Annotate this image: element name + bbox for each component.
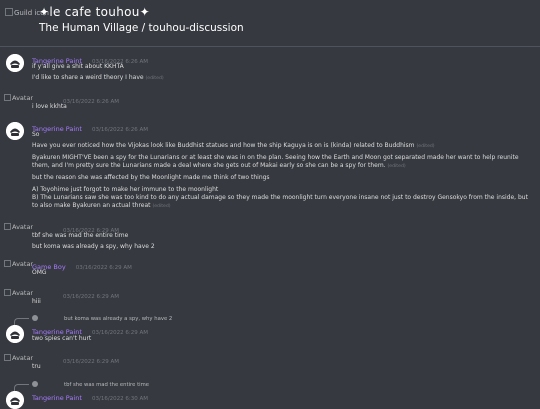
message-author[interactable]: Tangerine Paint bbox=[32, 394, 82, 402]
reply-author[interactable] bbox=[39, 382, 61, 388]
avatar[interactable]: Avatar bbox=[4, 260, 33, 268]
channel-header: Guild icon ✦le cafe touhou✦ The Human Vi… bbox=[0, 0, 540, 44]
reply-connector bbox=[14, 384, 29, 391]
reply-avatar bbox=[32, 381, 38, 387]
message-line: So bbox=[32, 131, 40, 138]
reply-connector bbox=[14, 318, 29, 325]
edited-tag: (edited) bbox=[145, 76, 164, 81]
message-line: but the reason she was affected by the M… bbox=[32, 174, 270, 181]
reply-preview[interactable]: but koma was already a spy, why have 2 bbox=[32, 315, 172, 323]
message-line: Have you ever noticed how the Vijokas lo… bbox=[32, 142, 435, 149]
reply-preview[interactable]: tbf she was mad the entire time bbox=[32, 381, 149, 389]
message-line: B) The Lunarians saw she was too kind to… bbox=[32, 194, 528, 209]
header-divider bbox=[0, 46, 540, 47]
avatar[interactable]: Avatar bbox=[4, 289, 33, 297]
avatar[interactable] bbox=[6, 54, 24, 72]
message-line: two spies can't hurt bbox=[32, 335, 92, 342]
message-timestamp: 03/16/2022 6:30 AM bbox=[91, 396, 149, 402]
reply-author[interactable] bbox=[39, 316, 61, 322]
avatar[interactable] bbox=[6, 325, 24, 343]
edited-tag: (edited) bbox=[387, 164, 406, 169]
message-line: but koma was already a spy, why have 2 bbox=[32, 243, 155, 250]
avatar[interactable] bbox=[6, 122, 24, 140]
message-line: tbf she was mad the entire time bbox=[32, 232, 129, 239]
avatar[interactable] bbox=[6, 391, 24, 409]
edited-tag: (edited) bbox=[152, 204, 171, 209]
message-line: tru bbox=[32, 363, 41, 370]
message-line: Byakuren MIGHT'VE been a spy for the Lun… bbox=[32, 154, 519, 169]
avatar[interactable]: Avatar bbox=[4, 354, 33, 362]
avatar[interactable]: Avatar bbox=[4, 94, 33, 102]
message-line: if y'all give a shit about KKHTA bbox=[32, 63, 124, 70]
message-line: hiii bbox=[32, 298, 41, 305]
guild-name: ✦le cafe touhou✦ bbox=[39, 5, 151, 19]
reply-text: tbf she was mad the entire time bbox=[64, 382, 150, 388]
message-line: I'd like to share a weird theory I have … bbox=[32, 74, 164, 81]
message-line: A) Toyohime just forgot to make her immu… bbox=[32, 186, 219, 193]
reply-text: but koma was already a spy, why have 2 bbox=[64, 316, 173, 322]
reply-avatar bbox=[32, 315, 38, 321]
channel-path: The Human Village / touhou-discussion bbox=[39, 22, 244, 34]
edited-tag: (edited) bbox=[416, 144, 435, 149]
message-line: i love kkhta bbox=[32, 103, 67, 110]
message-line: OMG bbox=[32, 269, 47, 276]
avatar[interactable]: Avatar bbox=[4, 223, 33, 231]
